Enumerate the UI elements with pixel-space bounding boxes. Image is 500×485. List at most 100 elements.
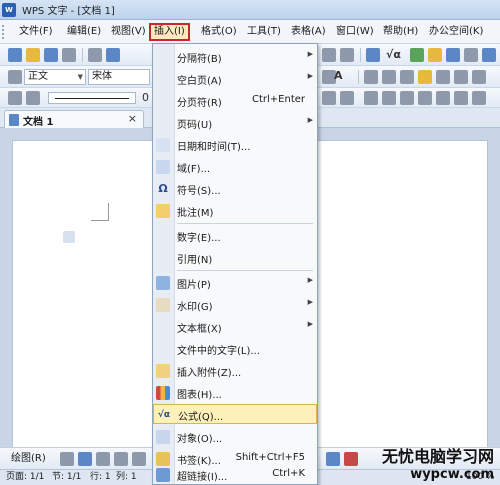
menu-item-shortcut: Ctrl+Enter <box>251 94 305 105</box>
undo-icon[interactable] <box>322 48 336 62</box>
font-select-value: 宋体 <box>92 71 112 82</box>
split-cells-icon[interactable] <box>382 91 396 105</box>
font-color-icon[interactable]: A <box>334 69 343 82</box>
style-select[interactable]: 正文 ▼ <box>24 69 86 85</box>
menu-item-picture[interactable]: 图片(P) ▶ <box>153 273 317 293</box>
permission-icon[interactable] <box>62 48 76 62</box>
draw-table-icon[interactable] <box>8 91 22 105</box>
help-icon[interactable] <box>482 48 496 62</box>
line-color-icon[interactable] <box>326 452 340 466</box>
menu-item-chart[interactable]: 图表(H)... <box>153 383 317 403</box>
menu-item-field[interactable]: 域(F)... <box>153 157 317 177</box>
font-select[interactable]: 宋体 <box>88 69 150 85</box>
menu-format[interactable]: 格式(O) <box>198 23 240 41</box>
menu-item-object[interactable]: 对象(O)... <box>153 427 317 447</box>
menu-item-number[interactable]: 数字(E)... <box>153 226 317 246</box>
sort-icon[interactable] <box>472 91 486 105</box>
tab-document-1[interactable]: 文档 1 × <box>4 110 144 128</box>
menu-item-watermark[interactable]: 水印(G) ▶ <box>153 295 317 315</box>
style-select-value: 正文 <box>28 71 48 82</box>
cell-align-icon[interactable] <box>340 91 354 105</box>
menu-item-label: 插入附件(Z)... <box>177 368 242 379</box>
toolbar-separator <box>358 70 359 84</box>
align-center-icon[interactable] <box>382 70 396 84</box>
menu-item-break[interactable]: 分隔符(B) ▶ <box>153 47 317 67</box>
menu-view[interactable]: 视图(V) <box>108 23 149 41</box>
menu-item-reference[interactable]: 引用(N) <box>153 248 317 268</box>
close-icon[interactable]: × <box>128 112 137 125</box>
menu-item-page-number[interactable]: 页码(U) ▶ <box>153 113 317 133</box>
menu-item-attachment[interactable]: 插入附件(Z)... <box>153 361 317 381</box>
arrow-icon[interactable] <box>132 452 146 466</box>
menu-table[interactable]: 表格(A) <box>288 23 329 41</box>
menu-item-date-time[interactable]: 日期和时间(T)... <box>153 135 317 155</box>
insert-row-icon[interactable] <box>400 91 414 105</box>
menu-window[interactable]: 窗口(W) <box>333 23 377 41</box>
menu-item-text-from-file[interactable]: 文件中的文字(L)... <box>153 339 317 359</box>
menubar-grip[interactable] <box>2 25 6 39</box>
object-icon <box>156 430 170 444</box>
menu-item-blank-page[interactable]: 空白页(A) ▶ <box>153 69 317 89</box>
fill-color-icon[interactable] <box>344 452 358 466</box>
distributed-icon[interactable] <box>436 70 450 84</box>
submenu-arrow-icon: ▶ <box>307 72 313 80</box>
menu-help[interactable]: 帮助(H) <box>380 23 421 41</box>
submenu-arrow-icon: ▶ <box>307 320 313 328</box>
align-right-icon[interactable] <box>400 70 414 84</box>
styles-pane-icon[interactable] <box>8 70 22 84</box>
watermark-line-1: 无忧电脑学习网 <box>381 447 494 466</box>
justify-icon[interactable] <box>418 70 432 84</box>
redo-icon[interactable] <box>340 48 354 62</box>
equation-icon[interactable]: √α <box>386 48 401 61</box>
print-icon[interactable] <box>88 48 102 62</box>
chart-icon[interactable] <box>410 48 424 62</box>
line-spacing-icon[interactable] <box>454 70 468 84</box>
border-icon[interactable] <box>322 91 336 105</box>
eraser-icon[interactable] <box>26 91 40 105</box>
menu-office-space[interactable]: 办公空间(K) <box>426 23 486 41</box>
picture-icon[interactable] <box>428 48 442 62</box>
merge-cells-icon[interactable] <box>364 91 378 105</box>
line-weight-value[interactable]: 0 <box>142 91 149 104</box>
window-title: WPS 文字 - [文档 1] <box>22 6 115 17</box>
menu-item-label: 图片(P) <box>177 280 211 291</box>
document-icon <box>9 114 19 126</box>
draw-menu-button[interactable]: 绘图(R) <box>8 450 49 468</box>
menu-item-comment[interactable]: 批注(M) <box>153 201 317 221</box>
save-icon[interactable] <box>44 48 58 62</box>
menu-insert[interactable]: 插入(I) <box>149 23 190 41</box>
menu-item-text-box[interactable]: 文本框(X) ▶ <box>153 317 317 337</box>
insert-column-icon[interactable] <box>418 91 432 105</box>
menu-item-equation[interactable]: √α 公式(Q)... <box>153 404 317 424</box>
line-icon[interactable] <box>114 452 128 466</box>
menu-tools[interactable]: 工具(T) <box>244 23 284 41</box>
rotate-icon[interactable] <box>96 452 110 466</box>
select-objects-icon[interactable] <box>60 452 74 466</box>
table-icon[interactable] <box>366 48 380 62</box>
distribute-rows-icon[interactable] <box>436 91 450 105</box>
menu-edit[interactable]: 编辑(E) <box>64 23 104 41</box>
attachment-icon <box>156 364 170 378</box>
menu-file[interactable]: 文件(F) <box>16 23 56 41</box>
align-left-icon[interactable] <box>364 70 378 84</box>
zoom-icon[interactable] <box>464 48 478 62</box>
submenu-arrow-icon: ▶ <box>307 50 313 58</box>
new-document-icon[interactable] <box>8 48 22 62</box>
bookmark-icon <box>156 452 170 466</box>
menu-item-shortcut: Shift+Ctrl+F5 <box>235 452 305 463</box>
menu-item-label: 数字(E)... <box>177 233 221 244</box>
autoshapes-icon[interactable] <box>78 452 92 466</box>
submenu-arrow-icon: ▶ <box>307 276 313 284</box>
menu-item-page-break[interactable]: 分页符(R) Ctrl+Enter <box>153 91 317 111</box>
distribute-columns-icon[interactable] <box>454 91 468 105</box>
menu-item-label: 图表(H)... <box>177 390 222 401</box>
print-preview-icon[interactable] <box>106 48 120 62</box>
tab-label: 文档 1 <box>23 117 54 128</box>
hyperlink-icon[interactable] <box>446 48 460 62</box>
open-folder-icon[interactable] <box>26 48 40 62</box>
menu-item-hyperlink[interactable]: 超链接(I)... Ctrl+K <box>153 465 317 485</box>
paste-options-icon[interactable] <box>63 231 75 243</box>
numbering-icon[interactable] <box>472 70 486 84</box>
menu-item-symbol[interactable]: Ω 符号(S)... <box>153 179 317 199</box>
line-style-select[interactable] <box>48 92 136 104</box>
